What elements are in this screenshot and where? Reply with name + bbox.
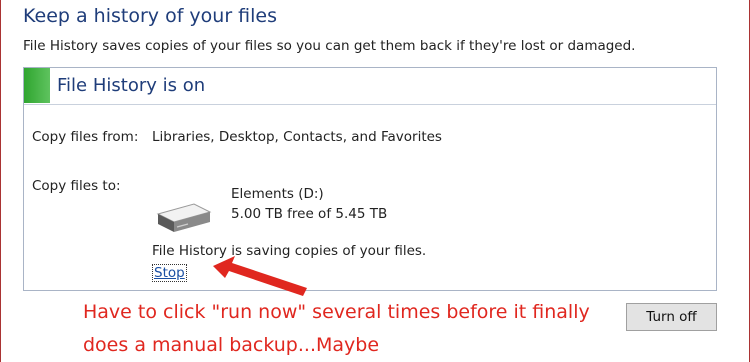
drive-free-space: 5.00 TB free of 5.45 TB [231,206,388,222]
copy-from-value: Libraries, Desktop, Contacts, and Favori… [152,129,442,145]
status-title: File History is on [57,75,206,96]
hard-drive-icon [156,203,212,232]
status-indicator [24,68,50,103]
file-history-status-panel: File History is on Copy files from: Libr… [23,67,717,291]
page-title: Keep a history of your files [23,5,278,27]
page-description: File History saves copies of your files … [23,38,636,54]
copy-to-label: Copy files to: [32,178,121,194]
stop-link[interactable]: Stop [152,264,187,282]
annotation-text: Have to click "run now" several times be… [83,301,590,356]
drive-name: Elements (D:) [231,186,324,202]
copy-from-label: Copy files from: [32,129,139,145]
turn-off-button[interactable]: Turn off [626,303,717,331]
status-header: File History is on [24,68,716,105]
red-arrow-icon [213,256,307,296]
